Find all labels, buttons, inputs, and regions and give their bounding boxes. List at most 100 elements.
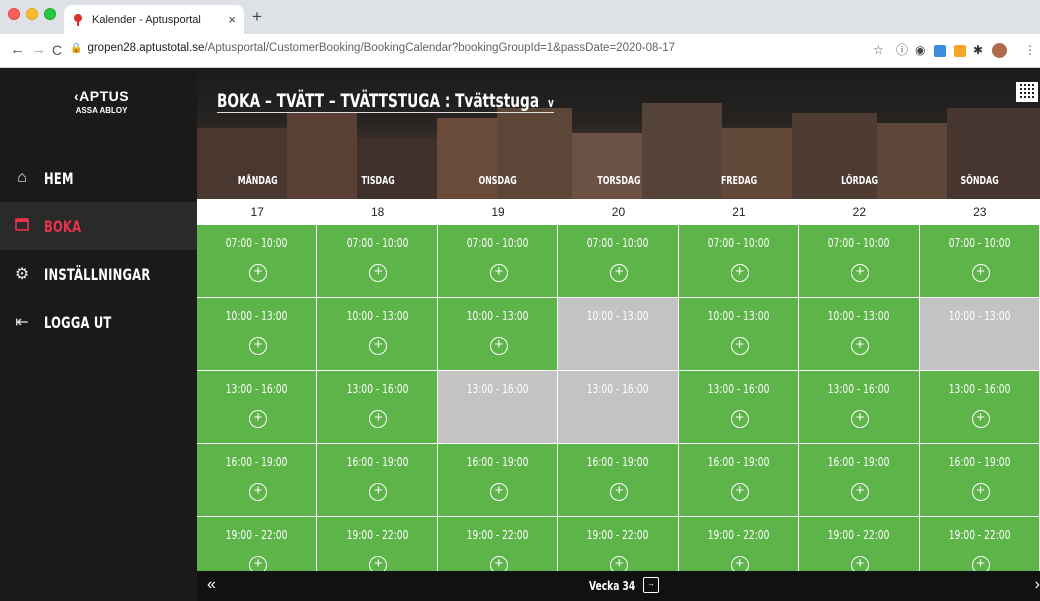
time-slot-available[interactable]: 16:00 - 19:00 + (437, 444, 558, 516)
date-number: 18 (370, 205, 385, 219)
slot-time-label: 16:00 - 19:00 (225, 455, 288, 469)
add-booking-icon[interactable]: + (851, 337, 870, 355)
sidebar-item-boka[interactable]: BOKA (0, 202, 197, 250)
add-booking-icon[interactable]: + (249, 410, 267, 428)
time-slot-available[interactable]: 13:00 - 16:00 + (678, 371, 799, 443)
time-slot-available[interactable]: 10:00 - 13:00 + (317, 298, 437, 370)
time-slot-available[interactable]: 07:00 - 10:00 + (678, 225, 799, 297)
sidebar-item-hem[interactable]: ⌂ HEM (0, 154, 197, 202)
slot-time-label: 10:00 - 13:00 (587, 309, 649, 323)
time-slot-available[interactable]: 13:00 - 16:00 + (919, 371, 1039, 443)
add-booking-icon[interactable]: + (971, 483, 990, 501)
slot-time-label: 13:00 - 16:00 (948, 382, 1011, 396)
time-slot-available[interactable]: 07:00 - 10:00 + (197, 225, 317, 297)
slot-time-label: 07:00 - 10:00 (587, 236, 649, 250)
extension-orange-icon[interactable] (954, 45, 966, 57)
add-booking-icon[interactable]: + (610, 483, 629, 501)
sidebar-item-installningar[interactable]: ⚙ INSTÄLLNINGAR (0, 250, 197, 298)
time-slot-available[interactable]: 16:00 - 19:00 + (317, 444, 437, 516)
slot-time-label: 10:00 - 13:00 (827, 309, 890, 323)
url-host: gropen28.aptustotal.se (87, 42, 205, 54)
slot-time-label: 19:00 - 22:00 (948, 528, 1011, 542)
add-booking-icon[interactable]: + (730, 410, 749, 428)
add-booking-icon[interactable]: + (971, 410, 990, 428)
forward-icon[interactable]: → (31, 42, 46, 58)
extension-blue-icon[interactable] (934, 45, 946, 57)
bookmark-star-icon[interactable]: ☆ (873, 43, 884, 57)
time-slot-available[interactable]: 10:00 - 13:00 + (197, 298, 317, 370)
maximize-window-button[interactable] (44, 8, 56, 20)
extension-info-icon[interactable]: ⓘ (896, 43, 908, 57)
home-icon: ⌂ (17, 169, 27, 186)
weekday-name: ONSDAG (478, 174, 518, 187)
time-slot-available[interactable]: 10:00 - 13:00 + (799, 298, 919, 370)
time-slot-available[interactable]: 13:00 - 16:00 + (197, 371, 317, 443)
weekday-name: TISDAG (360, 174, 395, 187)
add-booking-icon[interactable]: + (249, 264, 267, 282)
slot-time-label: 16:00 - 19:00 (346, 455, 408, 469)
time-slot-available[interactable]: 16:00 - 19:00 + (919, 444, 1039, 516)
calendar-grid-icon[interactable] (1016, 82, 1038, 102)
tab-close-icon[interactable]: × (228, 12, 236, 27)
time-slot-row: 07:00 - 10:00 +07:00 - 10:00 +07:00 - 10:0… (197, 225, 1040, 297)
back-icon[interactable]: ← (10, 42, 25, 58)
time-slot-available[interactable]: 13:00 - 16:00 + (317, 371, 437, 443)
url-field[interactable]: 🔒 gropen28.aptustotal.se/Aptusportal/Cust… (70, 42, 675, 54)
slot-time-label: 07:00 - 10:00 (346, 236, 408, 250)
add-booking-icon[interactable]: + (610, 264, 629, 282)
slot-time-label: 13:00 - 16:00 (225, 382, 288, 396)
slot-time-label: 10:00 - 13:00 (225, 309, 288, 323)
new-tab-button[interactable]: + (252, 7, 262, 27)
time-slot-available[interactable]: 07:00 - 10:00 + (799, 225, 919, 297)
add-booking-icon[interactable]: + (851, 264, 870, 282)
add-booking-icon[interactable]: + (489, 483, 508, 501)
sidebar-item-logga-ut[interactable]: ⇤ LOGGA UT (0, 298, 197, 346)
extension-circle-icon[interactable]: ◉ (915, 43, 925, 57)
add-booking-icon[interactable]: + (730, 337, 749, 355)
add-booking-icon[interactable]: + (369, 264, 388, 282)
browser-menu-icon[interactable]: ⋮ (1024, 43, 1036, 57)
slot-time-label: 13:00 - 16:00 (827, 382, 890, 396)
slot-time-label: 10:00 - 13:00 (707, 309, 770, 323)
add-booking-icon[interactable]: + (249, 337, 267, 355)
add-booking-icon[interactable]: + (730, 483, 749, 501)
add-booking-icon[interactable]: + (971, 264, 990, 282)
add-booking-icon[interactable]: + (369, 410, 388, 428)
week-picker-icon[interactable]: → (643, 577, 659, 593)
add-booking-icon[interactable]: + (249, 483, 267, 501)
slot-time-label: 19:00 - 22:00 (707, 528, 770, 542)
profile-avatar[interactable] (992, 43, 1007, 58)
close-window-button[interactable] (8, 8, 20, 20)
slot-time-label: 07:00 - 10:00 (225, 236, 288, 250)
time-slot-available[interactable]: 07:00 - 10:00 + (317, 225, 437, 297)
time-slot-available[interactable]: 07:00 - 10:00 + (558, 225, 678, 297)
time-slot-available[interactable]: 07:00 - 10:00 + (919, 225, 1039, 297)
calendar-icon (0, 217, 44, 236)
time-slot-available[interactable]: 16:00 - 19:00 + (558, 444, 678, 516)
previous-week-button[interactable]: « (207, 576, 216, 594)
reload-icon[interactable]: C (52, 42, 62, 58)
add-booking-icon[interactable]: + (730, 264, 749, 282)
time-slot-available[interactable]: 16:00 - 19:00 + (678, 444, 799, 516)
add-booking-icon[interactable]: + (489, 337, 508, 355)
date-number: 22 (852, 205, 866, 219)
time-slot-available[interactable]: 13:00 - 16:00 + (799, 371, 919, 443)
browser-tab[interactable]: Kalender - Aptusportal × (64, 5, 244, 34)
time-slot-available[interactable]: 10:00 - 13:00 + (678, 298, 799, 370)
minimize-window-button[interactable] (26, 8, 38, 20)
header-banner-image: BOKA – TVÄTT – TVÄTTSTUGA : Tvättstuga v… (197, 68, 1040, 199)
time-slot-available[interactable]: 07:00 - 10:00 + (437, 225, 558, 297)
time-slot-available[interactable]: 16:00 - 19:00 + (799, 444, 919, 516)
booking-grid: 07:00 - 10:00 +07:00 - 10:00 +07:00 - 10:0… (197, 225, 1040, 590)
time-slot-available[interactable]: 10:00 - 13:00 + (437, 298, 558, 370)
page-title-dropdown[interactable]: BOKA – TVÄTT – TVÄTTSTUGA : Tvättstuga v (217, 90, 554, 113)
add-booking-icon[interactable]: + (369, 337, 388, 355)
extensions-puzzle-icon[interactable]: ✱ (973, 43, 983, 57)
add-booking-icon[interactable]: + (369, 483, 388, 501)
add-booking-icon[interactable]: + (851, 410, 870, 428)
date-number: 23 (973, 205, 987, 219)
add-booking-icon[interactable]: + (489, 264, 508, 282)
time-slot-available[interactable]: 16:00 - 19:00 + (197, 444, 317, 516)
add-booking-icon[interactable]: + (851, 483, 870, 501)
next-week-button[interactable]: › (1035, 576, 1040, 594)
